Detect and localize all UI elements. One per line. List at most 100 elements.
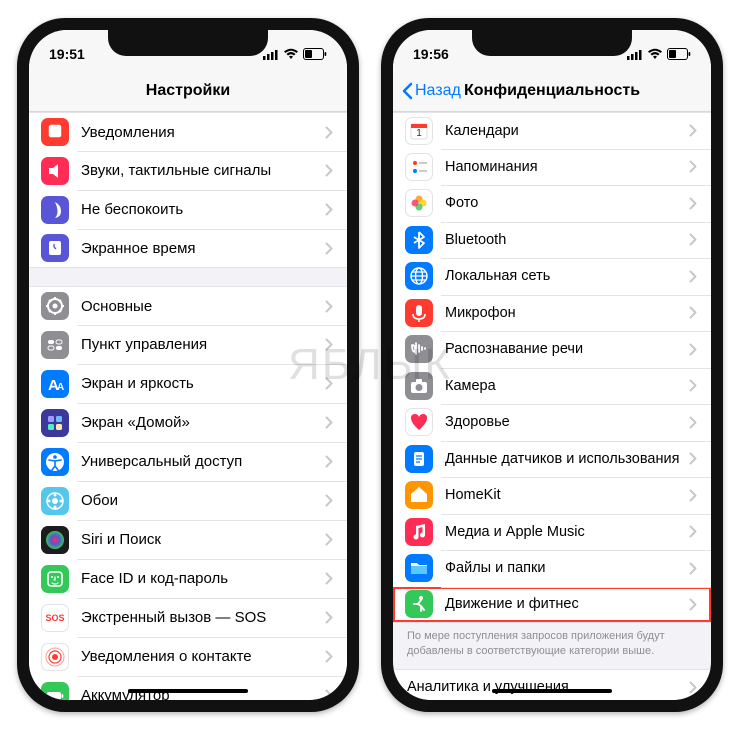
row-label: Медиа и Apple Music bbox=[445, 524, 689, 540]
home-indicator[interactable] bbox=[128, 689, 248, 693]
settings-row[interactable]: Не беспокоить bbox=[29, 190, 347, 229]
settings-row[interactable]: Медиа и Apple Music bbox=[393, 514, 711, 551]
chevron-right-icon bbox=[325, 572, 333, 585]
settings-row[interactable]: SOS Экстренный вызов — SOS bbox=[29, 598, 347, 637]
row-label: Календари bbox=[445, 123, 689, 139]
settings-row[interactable]: Уведомления bbox=[29, 112, 347, 151]
settings-row[interactable]: Bluetooth bbox=[393, 222, 711, 259]
settings-row[interactable]: Движение и фитнес bbox=[393, 587, 711, 624]
sounds-icon bbox=[41, 157, 69, 185]
settings-row[interactable]: Face ID и код-пароль bbox=[29, 559, 347, 598]
screentime-icon bbox=[41, 234, 69, 262]
settings-row[interactable]: Универсальный доступ bbox=[29, 442, 347, 481]
chevron-right-icon bbox=[689, 197, 697, 210]
settings-row[interactable]: Локальная сеть bbox=[393, 258, 711, 295]
music-icon bbox=[405, 518, 433, 546]
settings-row[interactable]: Данные датчиков и использования bbox=[393, 441, 711, 478]
chevron-right-icon bbox=[325, 377, 333, 390]
calendar-icon: 1 bbox=[405, 117, 433, 145]
chevron-right-icon bbox=[325, 300, 333, 313]
chevron-right-icon bbox=[689, 270, 697, 283]
row-label: Экранное время bbox=[81, 240, 325, 257]
chevron-right-icon bbox=[689, 525, 697, 538]
settings-row[interactable]: Аккумулятор bbox=[29, 676, 347, 700]
row-label: Распознавание речи bbox=[445, 341, 689, 357]
settings-row[interactable]: Файлы и папки bbox=[393, 550, 711, 587]
settings-row[interactable]: Обои bbox=[29, 481, 347, 520]
settings-row[interactable]: Siri и Поиск bbox=[29, 520, 347, 559]
chevron-right-icon bbox=[325, 455, 333, 468]
chevron-right-icon bbox=[689, 379, 697, 392]
section-footnote: По мере поступления запросов приложения … bbox=[393, 623, 711, 661]
sos-icon: SOS bbox=[41, 604, 69, 632]
speech-icon bbox=[405, 335, 433, 363]
row-label: Микрофон bbox=[445, 305, 689, 321]
chevron-right-icon bbox=[689, 233, 697, 246]
accessibility-icon bbox=[41, 448, 69, 476]
chevron-right-icon bbox=[325, 689, 333, 700]
chevron-right-icon bbox=[325, 338, 333, 351]
row-label: Экран и яркость bbox=[81, 375, 325, 392]
settings-row[interactable]: HomeKit bbox=[393, 477, 711, 514]
chevron-right-icon bbox=[325, 416, 333, 429]
display-icon: AA bbox=[41, 370, 69, 398]
settings-row[interactable]: Микрофон bbox=[393, 295, 711, 332]
chevron-right-icon bbox=[325, 164, 333, 177]
battery-icon-status bbox=[667, 48, 691, 60]
row-label: Напоминания bbox=[445, 159, 689, 175]
settings-row[interactable]: AA Экран и яркость bbox=[29, 364, 347, 403]
row-label: Bluetooth bbox=[445, 232, 689, 248]
settings-row[interactable]: Звуки, тактильные сигналы bbox=[29, 151, 347, 190]
settings-row[interactable]: Пункт управления bbox=[29, 325, 347, 364]
back-button[interactable]: Назад bbox=[401, 82, 461, 100]
settings-row[interactable]: Здоровье bbox=[393, 404, 711, 441]
settings-row[interactable]: Напоминания bbox=[393, 149, 711, 186]
chevron-right-icon bbox=[689, 598, 697, 611]
row-label: Уведомления bbox=[81, 124, 325, 141]
general-icon bbox=[41, 292, 69, 320]
row-label: Движение и фитнес bbox=[445, 596, 689, 612]
home-indicator[interactable] bbox=[492, 689, 612, 693]
svg-text:1: 1 bbox=[416, 128, 422, 139]
reminders-icon bbox=[405, 153, 433, 181]
status-time: 19:51 bbox=[49, 46, 85, 62]
phone-right: 19:56 Назад Конфиденциальность 1Календар… bbox=[381, 18, 723, 712]
row-label: Здоровье bbox=[445, 414, 689, 430]
row-label: HomeKit bbox=[445, 487, 689, 503]
settings-row[interactable]: Распознавание речи bbox=[393, 331, 711, 368]
notifications-icon bbox=[41, 118, 69, 146]
chevron-right-icon bbox=[689, 306, 697, 319]
settings-row[interactable]: Аналитика и улучшения bbox=[393, 669, 711, 700]
battery-icon bbox=[41, 682, 69, 701]
chevron-right-icon bbox=[689, 160, 697, 173]
photos-icon bbox=[405, 189, 433, 217]
row-label: Файлы и папки bbox=[445, 560, 689, 576]
control-center-icon bbox=[41, 331, 69, 359]
settings-row[interactable]: 1 Календари bbox=[393, 112, 711, 149]
chevron-right-icon bbox=[325, 203, 333, 216]
status-time: 19:56 bbox=[413, 46, 449, 62]
row-label: Звуки, тактильные сигналы bbox=[81, 162, 325, 179]
wifi-icon bbox=[283, 48, 299, 60]
row-label: Экстренный вызов — SOS bbox=[81, 609, 325, 626]
row-label: Face ID и код-пароль bbox=[81, 570, 325, 587]
microphone-icon bbox=[405, 299, 433, 327]
settings-row[interactable]: Основные bbox=[29, 286, 347, 325]
notch bbox=[472, 30, 632, 56]
svg-text:A: A bbox=[57, 382, 64, 393]
chevron-right-icon bbox=[689, 489, 697, 502]
settings-row[interactable]: Уведомления о контакте bbox=[29, 637, 347, 676]
cellular-icon bbox=[627, 49, 643, 60]
settings-row[interactable]: Камера bbox=[393, 368, 711, 405]
chevron-left-icon bbox=[401, 82, 413, 100]
row-label: Обои bbox=[81, 492, 325, 509]
files-icon bbox=[405, 554, 433, 582]
settings-row[interactable]: Экран «Домой» bbox=[29, 403, 347, 442]
row-label: Универсальный доступ bbox=[81, 453, 325, 470]
motion-icon bbox=[405, 590, 433, 618]
settings-row[interactable]: Фото bbox=[393, 185, 711, 222]
settings-row[interactable]: Экранное время bbox=[29, 229, 347, 268]
back-label: Назад bbox=[415, 82, 461, 100]
siri-icon bbox=[41, 526, 69, 554]
chevron-right-icon bbox=[689, 562, 697, 575]
